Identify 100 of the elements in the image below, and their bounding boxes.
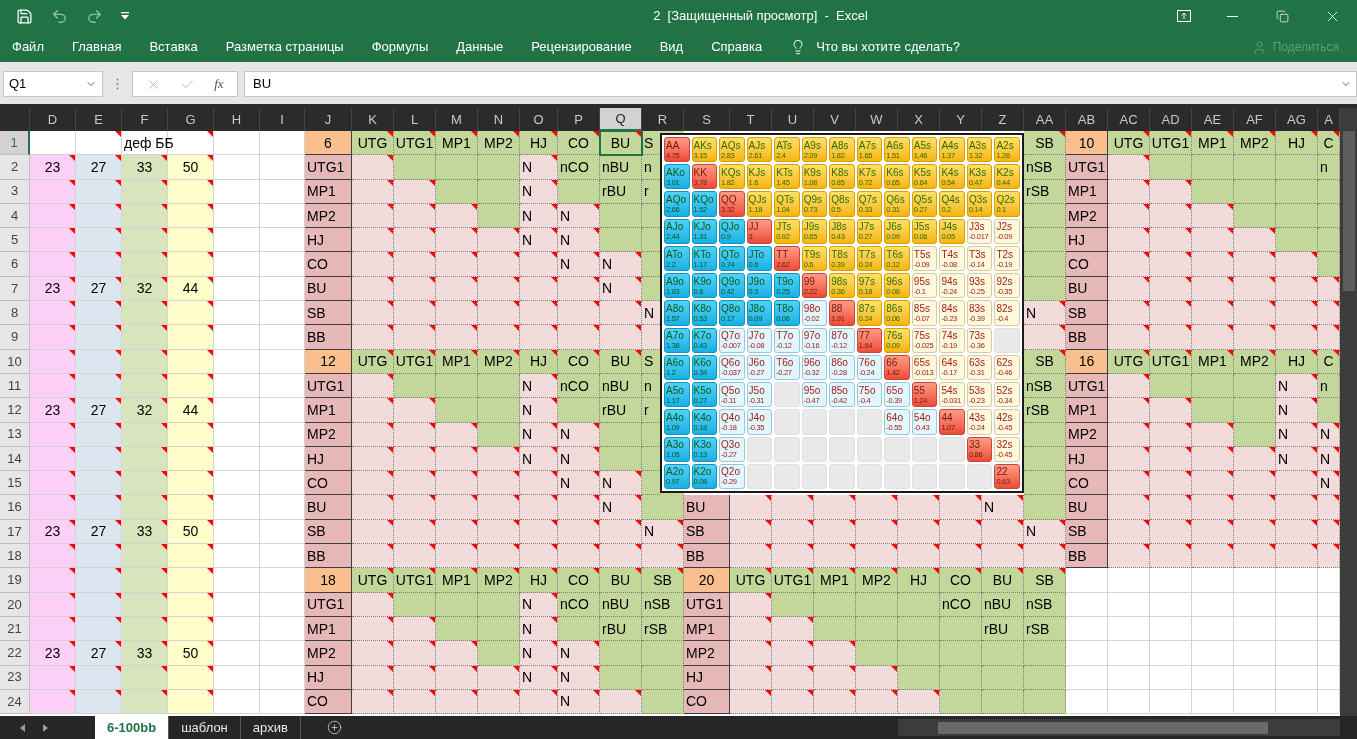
table-cell[interactable]: N: [558, 641, 600, 666]
table-cell[interactable]: SB: [1066, 301, 1108, 326]
table-cell[interactable]: BU: [1066, 276, 1108, 302]
table-cell[interactable]: nCO: [558, 592, 600, 617]
table-cell[interactable]: N: [558, 471, 600, 496]
row-header[interactable]: 1: [0, 131, 30, 156]
table-cell[interactable]: UTG1: [305, 155, 352, 180]
table-cell[interactable]: HJ: [684, 665, 730, 690]
table-cell[interactable]: SB: [684, 519, 730, 545]
table-cell[interactable]: CO: [305, 252, 352, 277]
table-cell[interactable]: S: [642, 349, 660, 374]
table-cell[interactable]: HJ: [305, 665, 352, 690]
table-cell[interactable]: 23: [30, 398, 76, 423]
table-cell[interactable]: MP1: [1066, 398, 1108, 423]
table-cell[interactable]: n: [1318, 373, 1340, 399]
table-cell[interactable]: N: [520, 665, 558, 690]
table-cell[interactable]: MP1: [1066, 179, 1108, 204]
table-cell[interactable]: 27: [76, 519, 122, 545]
table-cell[interactable]: CO: [305, 689, 352, 715]
table-cell[interactable]: rBU: [600, 398, 642, 423]
table-cell[interactable]: n: [1318, 155, 1340, 180]
table-cell[interactable]: 50: [168, 641, 214, 666]
table-cell[interactable]: BB: [305, 325, 352, 350]
table-cell[interactable]: UTG1: [305, 592, 352, 617]
table-cell[interactable]: MP1: [305, 616, 352, 642]
table-cell[interactable]: CO: [684, 689, 730, 715]
table-cell[interactable]: N: [558, 252, 600, 277]
table-cell[interactable]: BB: [684, 544, 730, 569]
table-cell[interactable]: N: [558, 203, 600, 229]
table-cell[interactable]: UTG1: [1150, 131, 1192, 156]
table-cell[interactable]: MP2: [1234, 131, 1276, 156]
table-cell[interactable]: MP1: [684, 616, 730, 642]
ribbon-tab[interactable]: Формулы: [371, 37, 429, 57]
table-cell[interactable]: 50: [168, 519, 214, 545]
table-cell[interactable]: 18: [305, 568, 352, 593]
table-cell[interactable]: UTG1: [684, 592, 730, 617]
table-cell[interactable]: HJ: [520, 568, 558, 593]
table-cell[interactable]: 23: [30, 519, 76, 545]
table-cell[interactable]: 20: [684, 568, 730, 593]
table-cell[interactable]: N: [600, 252, 642, 277]
row-header[interactable]: 10: [0, 349, 30, 374]
ribbon-tab[interactable]: Разметка страницы: [225, 37, 344, 57]
table-cell[interactable]: BU: [684, 495, 730, 520]
table-cell[interactable]: nBU: [600, 155, 642, 180]
table-cell[interactable]: N: [558, 689, 600, 715]
row-header[interactable]: 9: [0, 325, 30, 350]
formula-input[interactable]: BU: [244, 71, 1357, 97]
table-cell[interactable]: 23: [30, 276, 76, 302]
table-cell[interactable]: UTG: [730, 568, 772, 593]
row-header[interactable]: 4: [0, 203, 30, 229]
ribbon-tab[interactable]: Рецензирование: [531, 37, 632, 57]
table-cell[interactable]: r: [642, 398, 660, 423]
table-cell[interactable]: 44: [168, 276, 214, 302]
table-cell[interactable]: nCO: [558, 155, 600, 180]
table-cell[interactable]: rBU: [982, 616, 1024, 642]
table-cell[interactable]: MP2: [478, 131, 520, 156]
table-cell[interactable]: MP1: [436, 131, 478, 156]
table-cell[interactable]: BB: [305, 544, 352, 569]
table-cell[interactable]: MP1: [305, 398, 352, 423]
table-cell[interactable]: MP2: [478, 349, 520, 374]
row-header[interactable]: 16: [0, 495, 30, 520]
sheet-tab[interactable]: архив: [240, 716, 301, 739]
row-header[interactable]: 20: [0, 592, 30, 617]
table-cell[interactable]: UTG: [352, 568, 394, 593]
table-cell[interactable]: MP1: [305, 179, 352, 204]
table-cell[interactable]: 33: [122, 641, 168, 666]
row-header[interactable]: 11: [0, 373, 30, 399]
row-header[interactable]: 24: [0, 689, 30, 715]
table-cell[interactable]: 23: [30, 155, 76, 180]
table-cell[interactable]: n: [642, 155, 660, 180]
table-cell[interactable]: rSB: [1024, 616, 1066, 642]
table-cell[interactable]: 33: [122, 155, 168, 180]
table-cell[interactable]: UTG: [1108, 131, 1150, 156]
table-cell[interactable]: MP2: [305, 422, 352, 447]
table-cell[interactable]: MP2: [856, 568, 898, 593]
table-cell[interactable]: UTG: [1108, 349, 1150, 374]
table-cell[interactable]: N: [1276, 446, 1318, 472]
table-cell[interactable]: N: [558, 665, 600, 690]
table-cell[interactable]: N: [1276, 398, 1318, 423]
table-cell[interactable]: nSB: [1024, 592, 1066, 617]
row-header[interactable]: 15: [0, 471, 30, 496]
table-cell[interactable]: N: [1318, 446, 1340, 472]
table-cell[interactable]: BU: [600, 349, 642, 374]
table-cell[interactable]: rSB: [1024, 179, 1066, 204]
table-cell[interactable]: N: [558, 228, 600, 253]
table-cell[interactable]: 32: [122, 398, 168, 423]
table-cell[interactable]: 33: [122, 519, 168, 545]
table-cell[interactable]: 6: [305, 131, 352, 156]
table-cell[interactable]: UTG1: [772, 568, 814, 593]
table-cell[interactable]: nSB: [1024, 155, 1066, 180]
row-header[interactable]: 18: [0, 544, 30, 569]
table-cell[interactable]: UTG1: [394, 131, 436, 156]
table-cell[interactable]: MP2: [1234, 349, 1276, 374]
row-header[interactable]: 7: [0, 276, 30, 302]
insert-function-button[interactable]: fx: [214, 74, 224, 94]
ribbon-tab[interactable]: Главная: [71, 37, 122, 57]
table-cell[interactable]: BU: [600, 131, 642, 156]
table-cell[interactable]: HJ: [1066, 228, 1108, 253]
table-cell[interactable]: r: [642, 179, 660, 204]
table-cell[interactable]: n: [642, 373, 660, 399]
